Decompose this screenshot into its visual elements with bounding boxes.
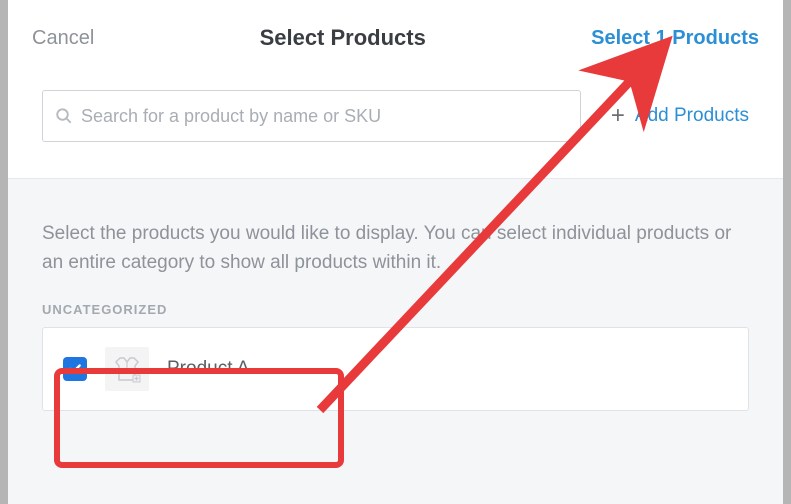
product-row[interactable]: Product A xyxy=(43,328,748,410)
select-products-modal: Cancel Select Products Select 1 Products… xyxy=(8,0,783,504)
search-input[interactable] xyxy=(81,106,568,127)
modal-title: Select Products xyxy=(260,25,426,51)
tshirt-icon xyxy=(110,352,144,386)
modal-header: Cancel Select Products Select 1 Products xyxy=(8,0,783,60)
plus-icon: + xyxy=(611,104,625,128)
add-products-button[interactable]: + Add Products xyxy=(611,104,749,128)
confirm-select-button[interactable]: Select 1 Products xyxy=(591,27,759,50)
product-thumbnail xyxy=(105,347,149,391)
content-area: Select the products you would like to di… xyxy=(8,179,783,504)
product-checkbox[interactable] xyxy=(63,357,87,381)
cancel-button[interactable]: Cancel xyxy=(32,27,94,50)
product-name: Product A xyxy=(167,358,249,380)
search-section: + Add Products xyxy=(8,60,783,179)
instructions-text: Select the products you would like to di… xyxy=(42,219,732,278)
product-list: Product A xyxy=(42,327,749,411)
add-products-label: Add Products xyxy=(635,105,749,127)
search-wrap xyxy=(42,90,581,142)
search-icon xyxy=(55,107,73,125)
category-label: UNCATEGORIZED xyxy=(42,302,749,317)
